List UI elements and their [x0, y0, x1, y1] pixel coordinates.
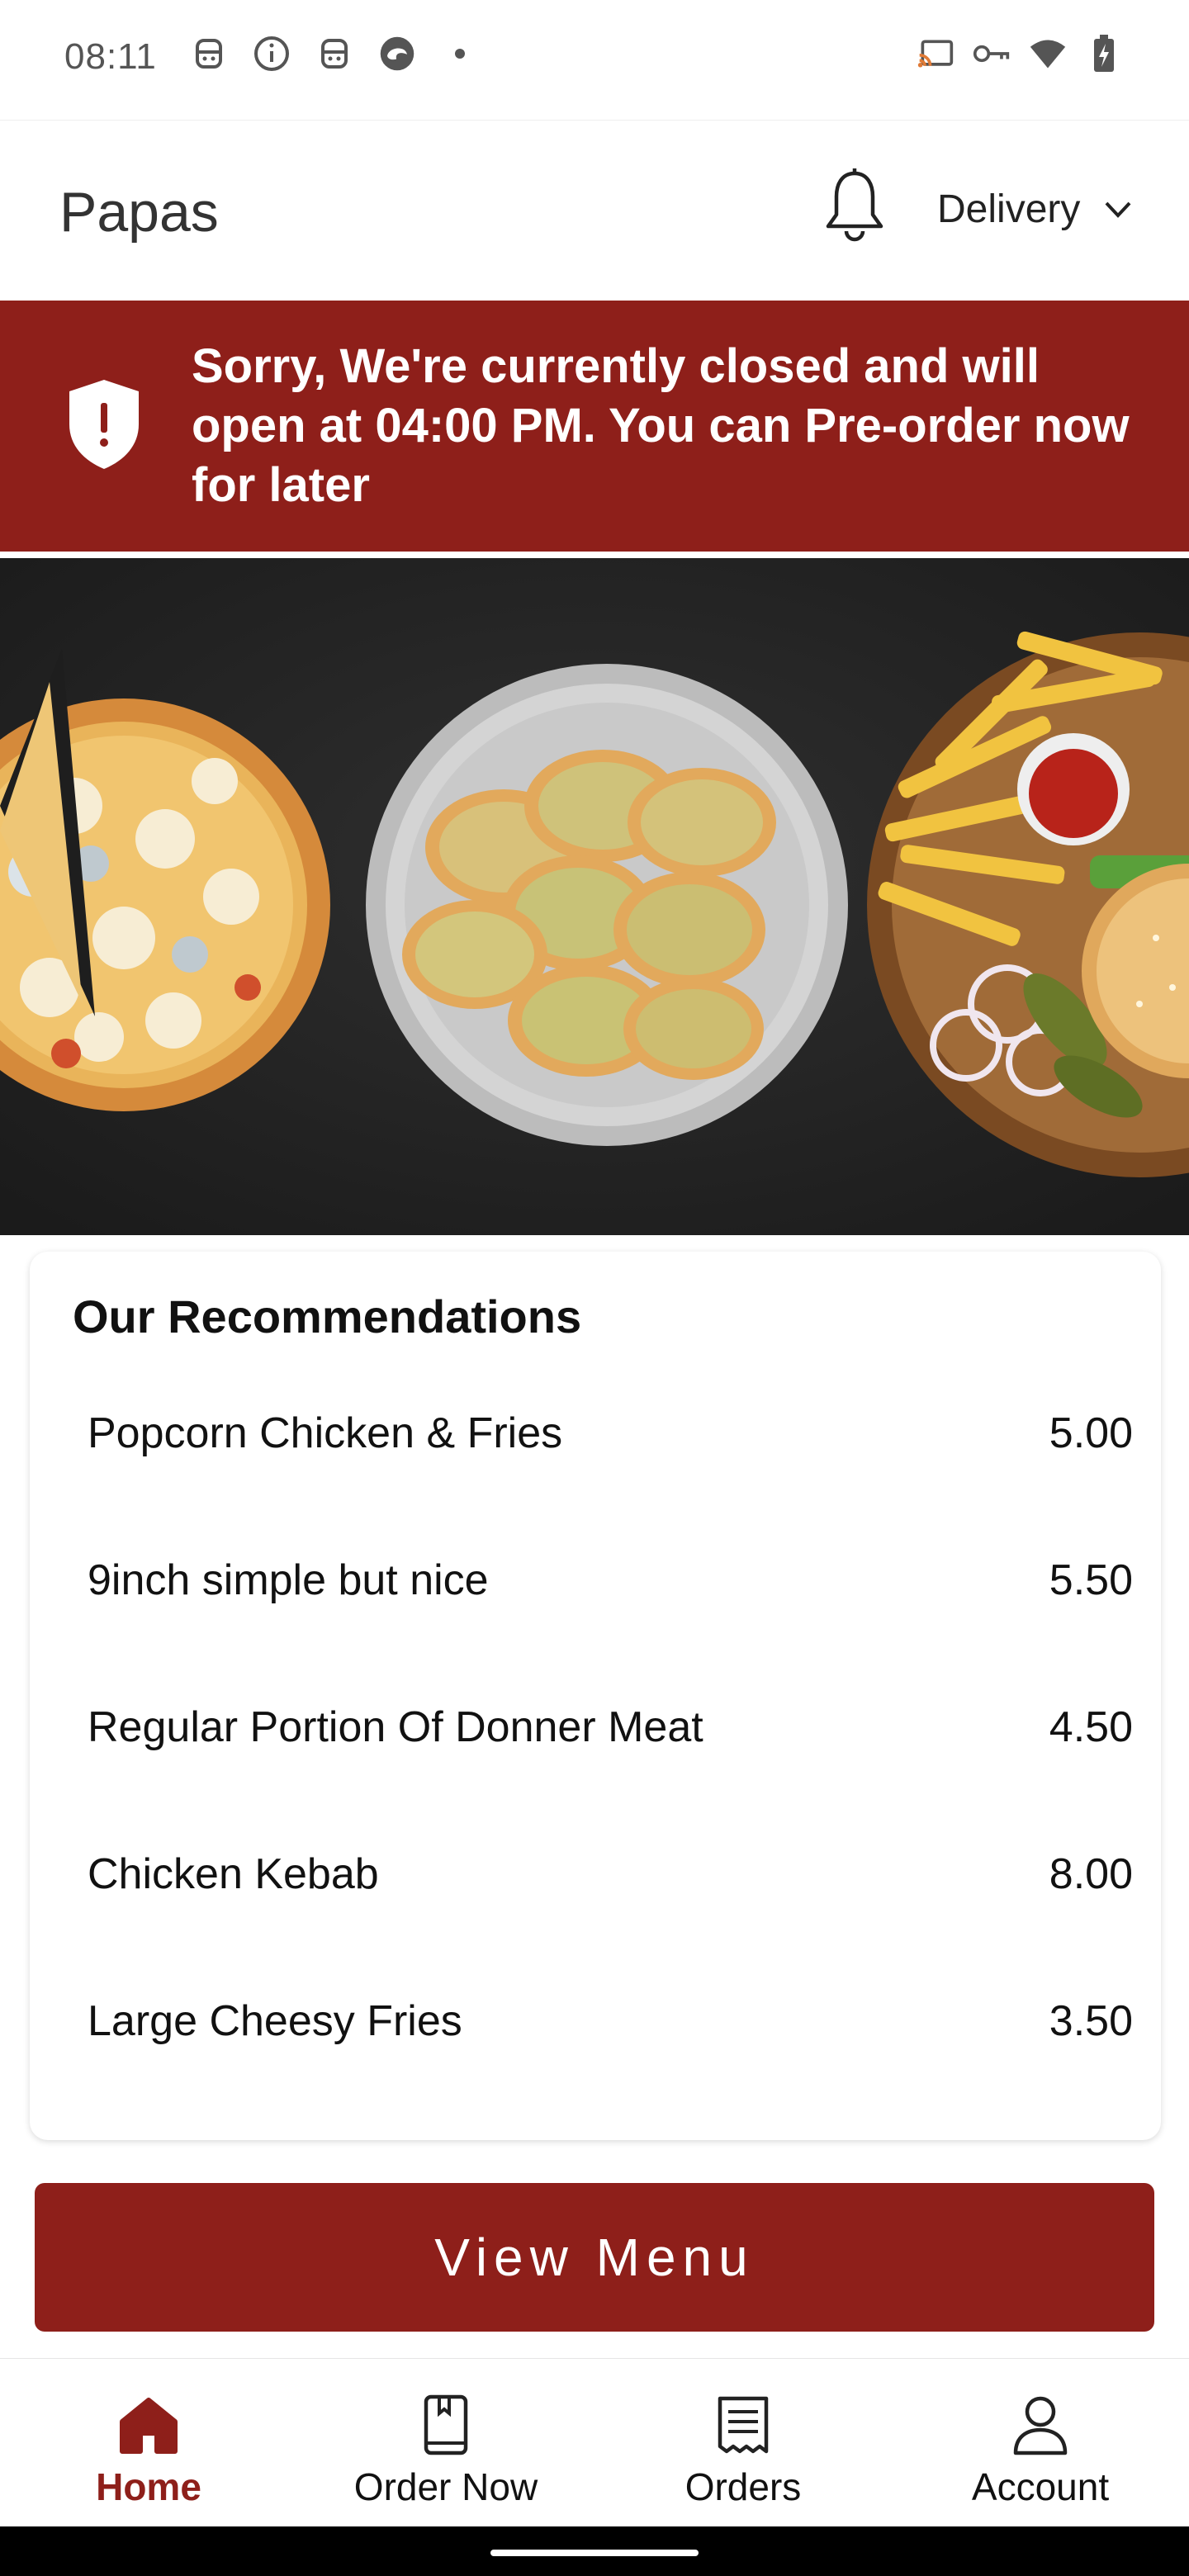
notification-face-icon	[315, 35, 353, 73]
order-book-icon	[413, 2392, 479, 2458]
nav-orders[interactable]: Orders	[594, 2359, 892, 2527]
app-title: Papas	[59, 181, 219, 244]
vpn-key-icon	[973, 35, 1011, 73]
recommendation-price: 5.50	[1049, 1556, 1133, 1604]
recommendation-item[interactable]: 9inch simple but nice 5.50	[88, 1531, 1133, 1630]
nav-home-label: Home	[96, 2465, 201, 2508]
nav-account-label: Account	[971, 2465, 1110, 2508]
store-closed-message: Sorry, We're currently closed and will o…	[192, 339, 1130, 512]
status-time: 08:11	[64, 36, 157, 77]
info-icon	[253, 35, 291, 73]
notifications-bell-icon[interactable]	[822, 167, 888, 244]
garlic-bread-image	[366, 664, 848, 1146]
recommendation-price: 3.50	[1049, 1997, 1133, 2045]
status-left-icons	[190, 35, 479, 73]
home-gesture-handle[interactable]	[490, 2550, 699, 2556]
bottom-navigation: Home Order Now Orders Account	[0, 2358, 1189, 2526]
recommendation-name: Chicken Kebab	[88, 1850, 379, 1898]
delivery-mode-label: Delivery	[937, 187, 1081, 231]
edge-browser-icon	[378, 35, 416, 73]
receipt-icon	[710, 2392, 776, 2458]
dot-icon	[441, 35, 479, 73]
shield-alert-icon	[64, 376, 144, 472]
nav-order-now-label: Order Now	[353, 2465, 538, 2508]
notification-face-icon	[190, 35, 228, 73]
recommendations-card: Our Recommendations Popcorn Chicken & Fr…	[30, 1252, 1161, 2140]
recommendation-price: 8.00	[1049, 1850, 1133, 1898]
recommendation-price: 5.00	[1049, 1409, 1133, 1457]
recommendations-title: Our Recommendations	[73, 1290, 582, 1342]
recommendation-name: Regular Portion Of Donner Meat	[88, 1703, 703, 1751]
recommendation-name: Popcorn Chicken & Fries	[88, 1409, 563, 1457]
nav-order-now[interactable]: Order Now	[297, 2359, 594, 2527]
recommendation-name: Large Cheesy Fries	[88, 1997, 462, 2045]
recommendation-item[interactable]: Large Cheesy Fries 3.50	[88, 1972, 1133, 2071]
nav-orders-label: Orders	[685, 2465, 802, 2508]
account-icon	[1007, 2392, 1073, 2458]
home-icon	[116, 2392, 182, 2458]
recommendation-price: 4.50	[1049, 1703, 1133, 1751]
chevron-down-icon	[1101, 193, 1135, 226]
delivery-mode-dropdown[interactable]: Delivery	[937, 187, 1135, 232]
hero-food-image	[0, 558, 1189, 1235]
status-bar: 08:11	[0, 0, 1189, 121]
cast-icon	[917, 35, 955, 73]
nav-home[interactable]: Home	[0, 2359, 297, 2527]
nav-account[interactable]: Account	[892, 2359, 1189, 2527]
view-menu-button[interactable]: View Menu	[35, 2183, 1154, 2332]
app-header: Papas Delivery	[0, 121, 1189, 301]
recommendation-item[interactable]: Chicken Kebab 8.00	[88, 1825, 1133, 1924]
battery-charging-icon	[1085, 35, 1123, 73]
recommendation-item[interactable]: Popcorn Chicken & Fries 5.00	[88, 1384, 1133, 1483]
recommendation-item[interactable]: Regular Portion Of Donner Meat 4.50	[88, 1678, 1133, 1777]
system-gesture-bar	[0, 2526, 1189, 2576]
recommendation-name: 9inch simple but nice	[88, 1556, 489, 1604]
wifi-icon	[1029, 35, 1067, 73]
status-right-icons	[917, 35, 1123, 73]
